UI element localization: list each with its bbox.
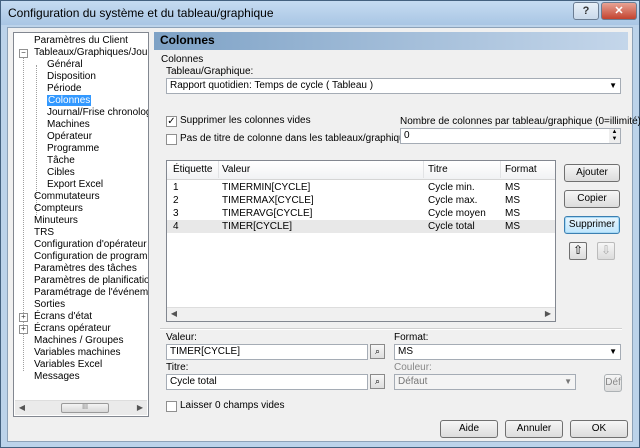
tree-item-status-screens[interactable]: Écrans d'état <box>34 311 92 323</box>
tree-item-switches[interactable]: Commutateurs <box>34 191 100 203</box>
ok-button[interactable]: OK <box>570 420 628 438</box>
settings-tree[interactable]: Paramètres du Client − Tableaux/Graphiqu… <box>13 32 149 417</box>
column-count-label: Nombre de colonnes par tableau/graphique… <box>400 116 640 127</box>
tree-item-planning-settings[interactable]: Paramètres de planification <box>34 275 148 287</box>
window-title: Configuration du système et du tableau/g… <box>8 6 274 20</box>
tree-horizontal-scrollbar[interactable]: ◀ III ▶ <box>15 400 147 415</box>
tree-item-program-config[interactable]: Configuration de programme <box>34 251 148 263</box>
scroll-left-icon[interactable]: ◀ <box>167 308 181 320</box>
default-button: Déf <box>604 374 622 392</box>
tree-item-machine-variables[interactable]: Variables machines <box>34 347 121 359</box>
expand-icon[interactable]: + <box>19 313 28 322</box>
color-label: Couleur: <box>394 362 432 373</box>
copy-button[interactable]: Copier <box>564 190 620 208</box>
color-select: Défaut ▼ <box>394 374 576 390</box>
tree-item-reports[interactable]: Tableaux/Graphiques/Journal <box>34 47 148 59</box>
zero-blank-label: Laisser 0 champs vides <box>180 400 285 411</box>
report-label: Tableau/Graphique: <box>166 66 254 77</box>
chevron-down-icon: ▼ <box>609 81 617 90</box>
tree-item-excel-export[interactable]: Export Excel <box>47 179 103 191</box>
cancel-button[interactable]: Annuler <box>505 420 563 438</box>
tree-item-outputs[interactable]: Sorties <box>34 299 65 311</box>
table-header: Étiquette Valeur Titre Format <box>167 161 555 180</box>
panel-title: Colonnes <box>160 33 215 47</box>
title-bar[interactable]: Configuration du système et du tableau/g… <box>1 1 639 25</box>
no-title-label: Pas de titre de colonne dans les tableau… <box>180 133 416 144</box>
move-down-icon[interactable]: ⇩ <box>597 242 615 260</box>
title-label: Titre: <box>166 362 189 373</box>
zero-blank-checkbox[interactable] <box>166 401 177 412</box>
table-row[interactable]: 1 TIMERMIN[CYCLE] Cycle min. MS <box>167 181 555 194</box>
tree-item-timeline[interactable]: Journal/Frise chronologique <box>47 107 148 119</box>
help-button[interactable]: Aide <box>440 420 498 438</box>
table-row-selected[interactable]: 4 TIMER[CYCLE] Cycle total MS <box>167 220 555 233</box>
tree-item-counters[interactable]: Compteurs <box>34 203 83 215</box>
tree-item-period[interactable]: Période <box>47 83 81 95</box>
column-header[interactable]: Titre <box>428 164 448 175</box>
value-label: Valeur: <box>166 332 197 343</box>
group-label: Colonnes <box>161 54 204 65</box>
tree-item-messages[interactable]: Messages <box>34 371 80 383</box>
columns-panel: Colonnes Colonnes Tableau/Graphique: Rap… <box>154 32 640 417</box>
tree-item-operator-config[interactable]: Configuration d'opérateur <box>34 239 147 251</box>
spin-up-icon[interactable]: ▲ <box>609 129 620 136</box>
tree-item-general[interactable]: Général <box>47 59 83 71</box>
column-header[interactable]: Format <box>505 164 537 175</box>
title-browse-icon[interactable]: ⌕ <box>370 374 385 389</box>
column-header[interactable]: Valeur <box>222 164 250 175</box>
help-title-button[interactable]: ? <box>573 2 599 20</box>
chevron-down-icon: ▼ <box>609 347 617 356</box>
tree-item-timers[interactable]: Minuteurs <box>34 215 78 227</box>
format-label: Format: <box>394 332 429 343</box>
table-row[interactable]: 2 TIMERMAX[CYCLE] Cycle max. MS <box>167 194 555 207</box>
panel-header: Colonnes <box>154 32 628 50</box>
tree-item-trs[interactable]: TRS <box>34 227 54 239</box>
scroll-right-icon[interactable]: ▶ <box>541 308 555 320</box>
tree-item-machines[interactable]: Machines <box>47 119 90 131</box>
tree-item-program[interactable]: Programme <box>47 143 99 155</box>
tree-item-machine-groups[interactable]: Machines / Groupes <box>34 335 124 347</box>
tree-item-targets[interactable]: Cibles <box>47 167 75 179</box>
tree-item-client-settings[interactable]: Paramètres du Client <box>34 35 128 47</box>
add-button[interactable]: Ajouter <box>564 164 620 182</box>
column-count-spinner[interactable]: 0 ▲ ▼ <box>400 128 621 144</box>
dialog-client-area: Paramètres du Client − Tableaux/Graphiqu… <box>7 27 640 442</box>
tree-item-columns[interactable]: Colonnes <box>47 95 92 107</box>
title-input[interactable]: Cycle total <box>166 374 368 390</box>
move-up-icon[interactable]: ⇧ <box>569 242 587 260</box>
scroll-right-icon[interactable]: ▶ <box>133 402 147 414</box>
value-input[interactable]: TIMER[CYCLE] <box>166 344 368 360</box>
tree-item-task[interactable]: Tâche <box>47 155 75 167</box>
tree-item-event-settings[interactable]: Paramétrage de l'événement <box>34 287 148 299</box>
tree-item-operator-screens[interactable]: Écrans opérateur <box>34 323 111 335</box>
spin-down-icon[interactable]: ▼ <box>609 136 620 143</box>
format-select[interactable]: MS ▼ <box>394 344 621 360</box>
tree-item-operator[interactable]: Opérateur <box>47 131 92 143</box>
divider <box>160 328 622 330</box>
table-row[interactable]: 3 TIMERAVG[CYCLE] Cycle moyen MS <box>167 207 555 220</box>
no-title-checkbox[interactable] <box>166 134 177 145</box>
report-select[interactable]: Rapport quotidien: Temps de cycle ( Tabl… <box>166 78 621 94</box>
expand-icon[interactable]: + <box>19 325 28 334</box>
hide-empty-checkbox[interactable]: ✓ <box>166 116 177 127</box>
scroll-left-icon[interactable]: ◀ <box>15 402 29 414</box>
scroll-thumb[interactable]: III <box>61 403 109 413</box>
tree-item-layout[interactable]: Disposition <box>47 71 96 83</box>
hide-empty-label: Supprimer les colonnes vides <box>180 115 311 126</box>
dialog-window: Configuration du système et du tableau/g… <box>0 0 640 448</box>
table-horizontal-scrollbar[interactable]: ◀ ▶ <box>167 307 555 321</box>
column-header[interactable]: Étiquette <box>173 164 212 175</box>
value-browse-icon[interactable]: ⌕ <box>370 344 385 359</box>
close-button[interactable]: ✕ <box>601 2 637 20</box>
tree-item-task-settings[interactable]: Paramètres des tâches <box>34 263 137 275</box>
collapse-icon[interactable]: − <box>19 49 28 58</box>
chevron-down-icon: ▼ <box>564 377 572 386</box>
tree-item-excel-variables[interactable]: Variables Excel <box>34 359 102 371</box>
delete-button[interactable]: Supprimer <box>564 216 620 234</box>
columns-table[interactable]: Étiquette Valeur Titre Format 1 TIMERMIN… <box>166 160 556 322</box>
